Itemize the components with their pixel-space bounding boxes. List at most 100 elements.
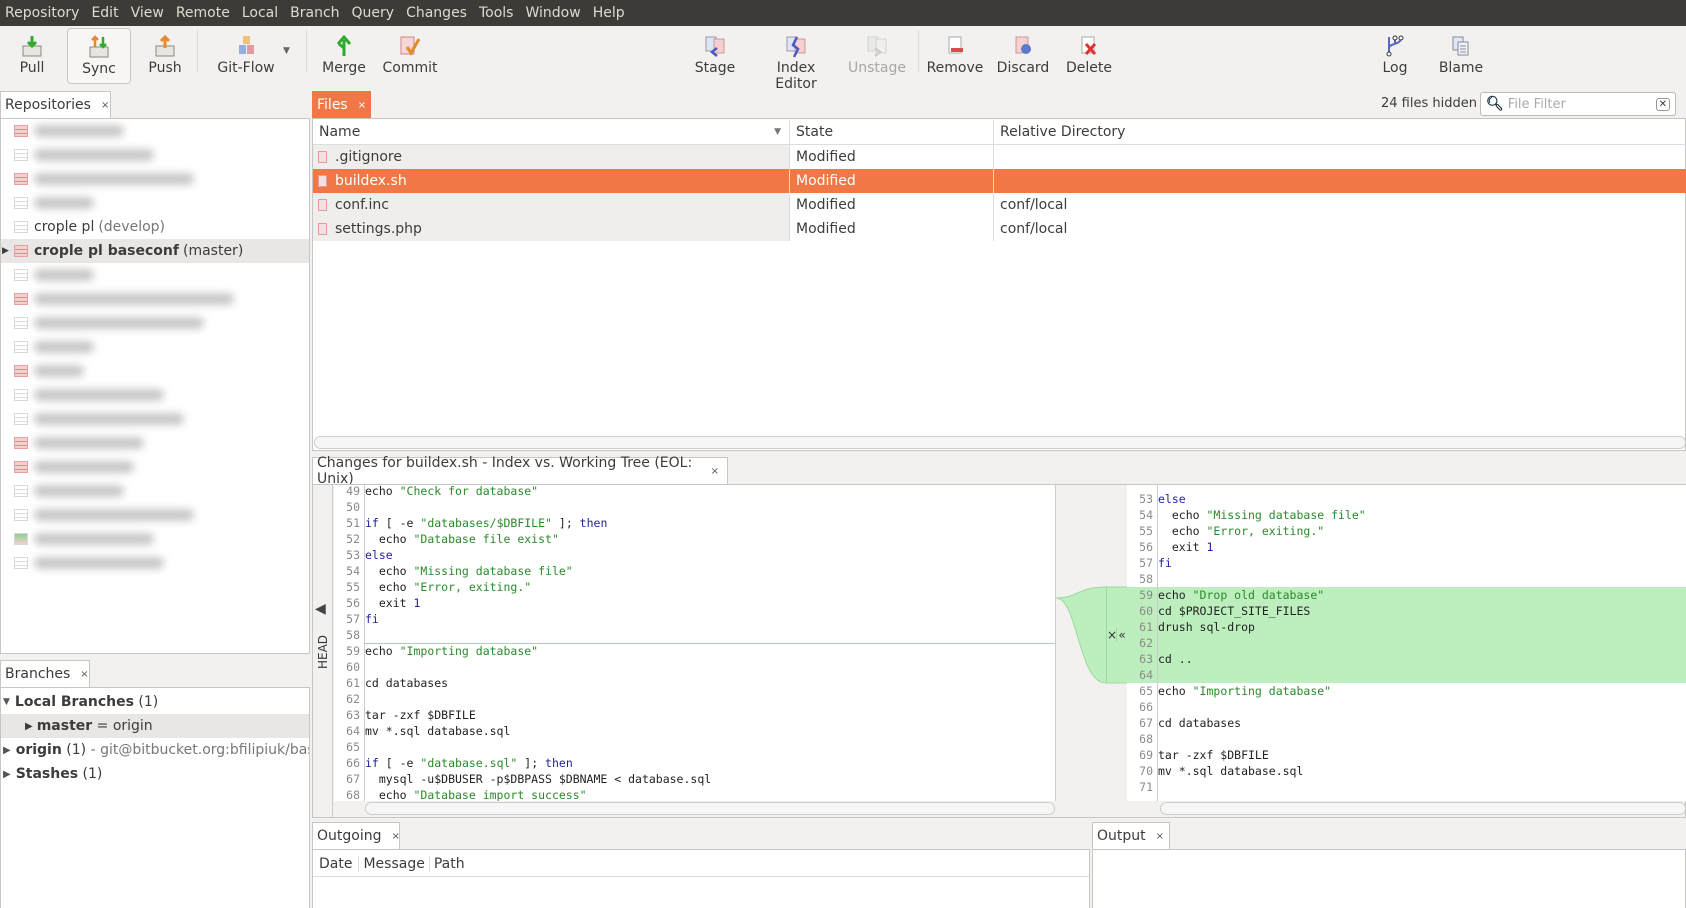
menu-window[interactable]: Window — [524, 5, 581, 21]
stashes-node[interactable]: ▶ Stashes (1) — [1, 762, 309, 786]
repository-item[interactable] — [1, 455, 309, 479]
column-header-relative-directory[interactable]: Relative Directory — [994, 120, 1686, 144]
menu-view[interactable]: View — [130, 5, 165, 21]
log-button[interactable]: Log — [1363, 28, 1427, 84]
repository-item[interactable] — [1, 335, 309, 359]
repository-item[interactable]: crople pl (develop) — [1, 215, 309, 239]
pull-button[interactable]: Pull — [0, 28, 64, 84]
close-icon[interactable]: × — [101, 100, 109, 111]
sync-button[interactable]: Sync — [67, 28, 131, 84]
line-number: 70 — [1139, 764, 1153, 778]
tab-output[interactable]: Output × — [1092, 822, 1170, 849]
discard-hunk-button[interactable]: × — [1107, 628, 1117, 642]
line-number: 57 — [346, 612, 360, 626]
column-header-path[interactable]: Path — [430, 856, 469, 872]
close-icon[interactable]: × — [358, 100, 366, 111]
menu-branch[interactable]: Branch — [289, 5, 340, 21]
repository-item[interactable] — [1, 527, 309, 551]
redacted-repository-name — [34, 485, 124, 497]
tab-repositories[interactable]: Repositories × — [0, 91, 111, 118]
stage-button[interactable]: Stage — [683, 28, 747, 84]
index-editor-button[interactable]: Index Editor — [754, 28, 838, 92]
clear-filter-icon[interactable]: ✕ — [1655, 97, 1670, 111]
column-header-date[interactable]: Date — [313, 856, 360, 872]
diff-right-pane[interactable]: 53 else 54 echo "Missing database file" 55 … — [1127, 485, 1686, 801]
expanded-arrow-icon[interactable]: ▼ — [3, 697, 10, 707]
head-strip: ◀ HEAD — [313, 485, 333, 817]
repository-icon — [14, 293, 28, 305]
menu-local[interactable]: Local — [241, 5, 279, 21]
repository-item[interactable] — [1, 167, 309, 191]
close-icon[interactable]: × — [391, 831, 399, 842]
head-arrow-icon[interactable]: ◀ — [315, 601, 326, 617]
repository-item[interactable] — [1, 311, 309, 335]
tab-outgoing[interactable]: Outgoing × — [312, 822, 400, 849]
file-row[interactable]: buildex.sh Modified — [313, 169, 1686, 193]
menu-tools[interactable]: Tools — [478, 5, 515, 21]
revert-hunk-button[interactable]: « — [1117, 628, 1127, 642]
repository-item[interactable] — [1, 431, 309, 455]
line-number: 55 — [1139, 524, 1153, 538]
collapsed-arrow-icon[interactable]: ▶ — [3, 769, 11, 780]
files-horizontal-scrollbar[interactable] — [314, 436, 1686, 449]
delete-button[interactable]: Delete — [1057, 28, 1121, 84]
tab-files[interactable]: Files × — [312, 91, 371, 118]
blame-button[interactable]: Blame — [1429, 28, 1493, 84]
repository-item[interactable] — [1, 143, 309, 167]
collapsed-arrow-icon[interactable]: ▶ — [3, 745, 11, 756]
repository-item[interactable] — [1, 287, 309, 311]
repository-item[interactable] — [1, 359, 309, 383]
file-row[interactable]: settings.php Modified conf/local — [313, 217, 1686, 241]
repository-item[interactable] — [1, 503, 309, 527]
menu-edit[interactable]: Edit — [90, 5, 119, 21]
file-filter-input[interactable]: 🔍︎ File Filter ✕ — [1480, 92, 1676, 116]
tab-branches[interactable]: Branches × — [0, 660, 90, 687]
remote-origin-node[interactable]: ▶ origin (1) - git@bitbucket.org:bfilipiu… — [1, 738, 309, 762]
repository-item[interactable] — [1, 119, 309, 143]
collapsed-arrow-icon[interactable]: ▶ — [2, 246, 9, 256]
diff-right-horizontal-scrollbar[interactable] — [1160, 802, 1686, 815]
menu-help[interactable]: Help — [592, 5, 626, 21]
commit-button[interactable]: Commit — [378, 28, 442, 84]
close-icon[interactable]: × — [1156, 831, 1164, 842]
menu-changes[interactable]: Changes — [405, 5, 468, 21]
repository-item[interactable] — [1, 407, 309, 431]
remove-button[interactable]: Remove — [923, 28, 987, 84]
branch-master[interactable]: ▶ master = origin — [1, 714, 309, 738]
close-icon[interactable]: × — [80, 669, 88, 680]
diff-left-horizontal-scrollbar[interactable] — [365, 802, 1055, 815]
menu-repository[interactable]: Repository — [4, 5, 80, 21]
local-branches-node[interactable]: ▼ Local Branches (1) — [1, 690, 309, 714]
file-row[interactable]: conf.inc Modified conf/local — [313, 193, 1686, 217]
file-row[interactable]: .gitignore Modified — [313, 145, 1686, 169]
discard-button[interactable]: Discard — [991, 28, 1055, 84]
repository-item[interactable] — [1, 191, 309, 215]
tab-diff[interactable]: Changes for buildex.sh - Index vs. Worki… — [312, 455, 728, 487]
gitflow-button[interactable]: Git-Flow — [210, 28, 282, 84]
collapsed-arrow-icon[interactable]: ▶ — [25, 721, 33, 732]
column-header-name[interactable]: Name ▼ — [313, 120, 790, 144]
repository-item[interactable] — [1, 551, 309, 575]
repository-item[interactable] — [1, 383, 309, 407]
code-token-pl: echo — [365, 532, 414, 546]
merge-button[interactable]: Merge — [312, 28, 376, 84]
push-button[interactable]: Push — [133, 28, 197, 84]
unstage-button[interactable]: Unstage — [842, 28, 912, 84]
column-header-state[interactable]: State — [790, 120, 994, 144]
search-icon: 🔍︎ — [1486, 96, 1504, 112]
code-token-pl: echo — [365, 485, 400, 498]
code-line: 67 mysql -u$DBUSER -p$DBPASS $DBNAME < d… — [334, 771, 1055, 787]
menu-query[interactable]: Query — [351, 5, 396, 21]
repository-item[interactable] — [1, 479, 309, 503]
column-header-message[interactable]: Message — [359, 856, 430, 872]
redacted-repository-name — [34, 389, 164, 401]
code-token-str: "Database file exist" — [413, 532, 559, 546]
repository-item[interactable]: ▶ crople pl baseconf (master) — [1, 239, 309, 263]
gitflow-dropdown-icon[interactable]: ▼ — [283, 46, 290, 56]
repository-item[interactable] — [1, 263, 309, 287]
line-number: 56 — [346, 596, 360, 610]
diff-left-pane[interactable]: 49 echo "Check for database" 50 51 if [ -e "… — [334, 485, 1056, 801]
menu-remote[interactable]: Remote — [175, 5, 231, 21]
close-icon[interactable]: × — [711, 466, 719, 477]
code-line: 57 fi — [334, 611, 1055, 627]
